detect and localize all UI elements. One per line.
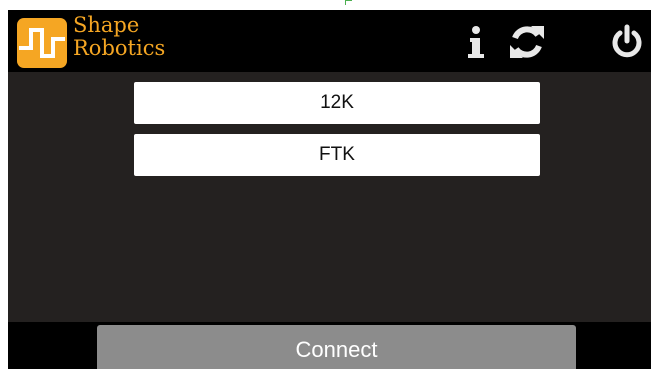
device-item-ftk[interactable]: FTK — [134, 134, 540, 176]
power-icon[interactable] — [610, 24, 644, 60]
device-item-12k[interactable]: 12K — [134, 82, 540, 124]
app-window: Shape Robotics 12K FTK Connect — [8, 10, 651, 369]
info-icon[interactable] — [466, 24, 486, 60]
refresh-icon[interactable] — [508, 24, 546, 60]
connect-button[interactable]: Connect — [97, 325, 576, 369]
brand-name: Shape Robotics — [73, 14, 165, 60]
brand-line-2: Robotics — [73, 36, 166, 60]
top-mark — [345, 0, 352, 5]
waveform-logo-icon — [17, 18, 67, 68]
brand-line-1: Shape — [73, 13, 140, 37]
header: Shape Robotics — [8, 10, 651, 72]
device-list: 12K FTK — [8, 72, 651, 322]
